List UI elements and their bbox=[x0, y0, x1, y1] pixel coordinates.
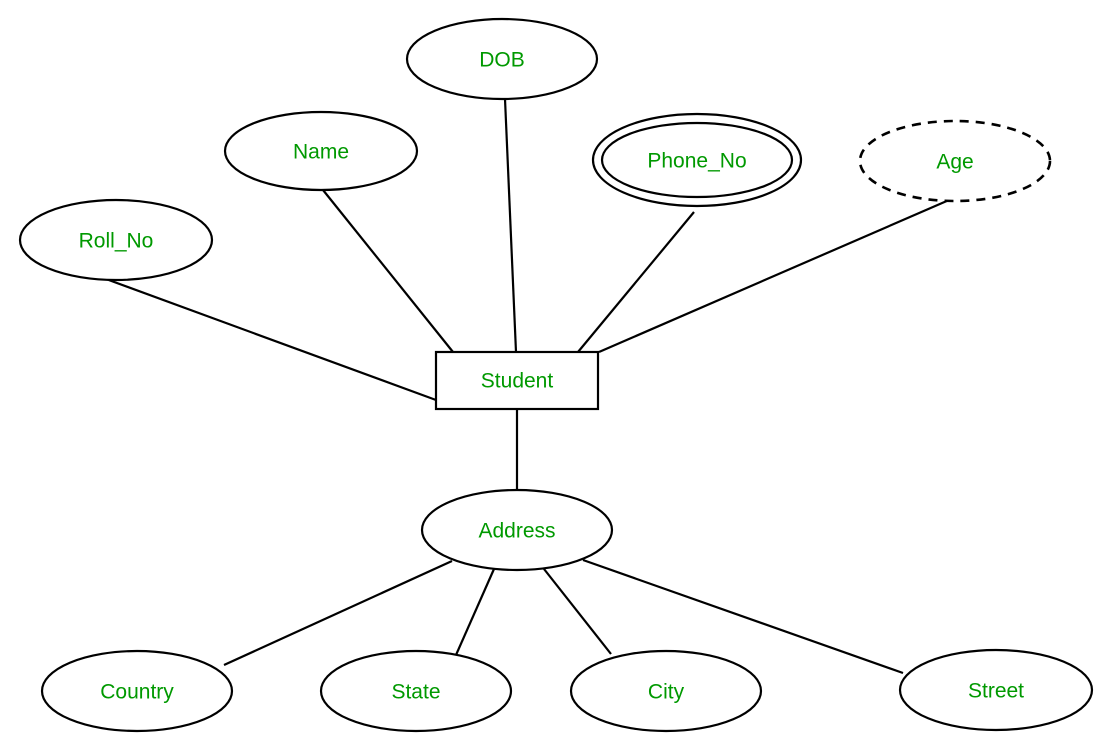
phone-no-label: Phone_No bbox=[647, 150, 746, 173]
node-street[interactable]: Street bbox=[898, 648, 1094, 732]
node-city[interactable]: City bbox=[569, 649, 763, 733]
state-label: State bbox=[391, 681, 440, 704]
node-state[interactable]: State bbox=[319, 649, 513, 733]
node-student-entity[interactable]: Student bbox=[434, 350, 600, 411]
dob-label: DOB bbox=[479, 49, 525, 72]
roll-no-label: Roll_No bbox=[79, 230, 154, 253]
connector-address-to-city bbox=[543, 568, 612, 655]
node-address[interactable]: Address bbox=[420, 488, 614, 572]
connector-dob-to-student bbox=[503, 98, 518, 353]
node-age[interactable]: Age bbox=[858, 119, 1052, 203]
connector-roll-no-to-student bbox=[105, 277, 437, 402]
student-entity-label: Student bbox=[481, 370, 554, 393]
node-dob[interactable]: DOB bbox=[405, 17, 599, 101]
country-label: Country bbox=[100, 681, 174, 704]
connector-address-to-country bbox=[223, 559, 453, 667]
connector-address-to-state bbox=[454, 568, 496, 656]
node-country[interactable]: Country bbox=[40, 649, 234, 733]
node-name[interactable]: Name bbox=[223, 110, 419, 192]
node-phone-no[interactable]: Phone_No bbox=[591, 112, 803, 208]
city-label: City bbox=[648, 681, 685, 704]
name-label: Name bbox=[293, 141, 349, 164]
connector-age-to-student bbox=[598, 195, 957, 354]
er-diagram-canvas: Roll_No Name DOB Phone_No Age Student Ad… bbox=[0, 0, 1112, 753]
address-label: Address bbox=[478, 520, 555, 543]
age-label: Age bbox=[936, 151, 973, 174]
connector-phone-no-to-student bbox=[577, 211, 695, 353]
street-label: Street bbox=[968, 680, 1024, 703]
connector-name-to-student bbox=[322, 189, 454, 353]
node-roll-no[interactable]: Roll_No bbox=[18, 198, 214, 282]
